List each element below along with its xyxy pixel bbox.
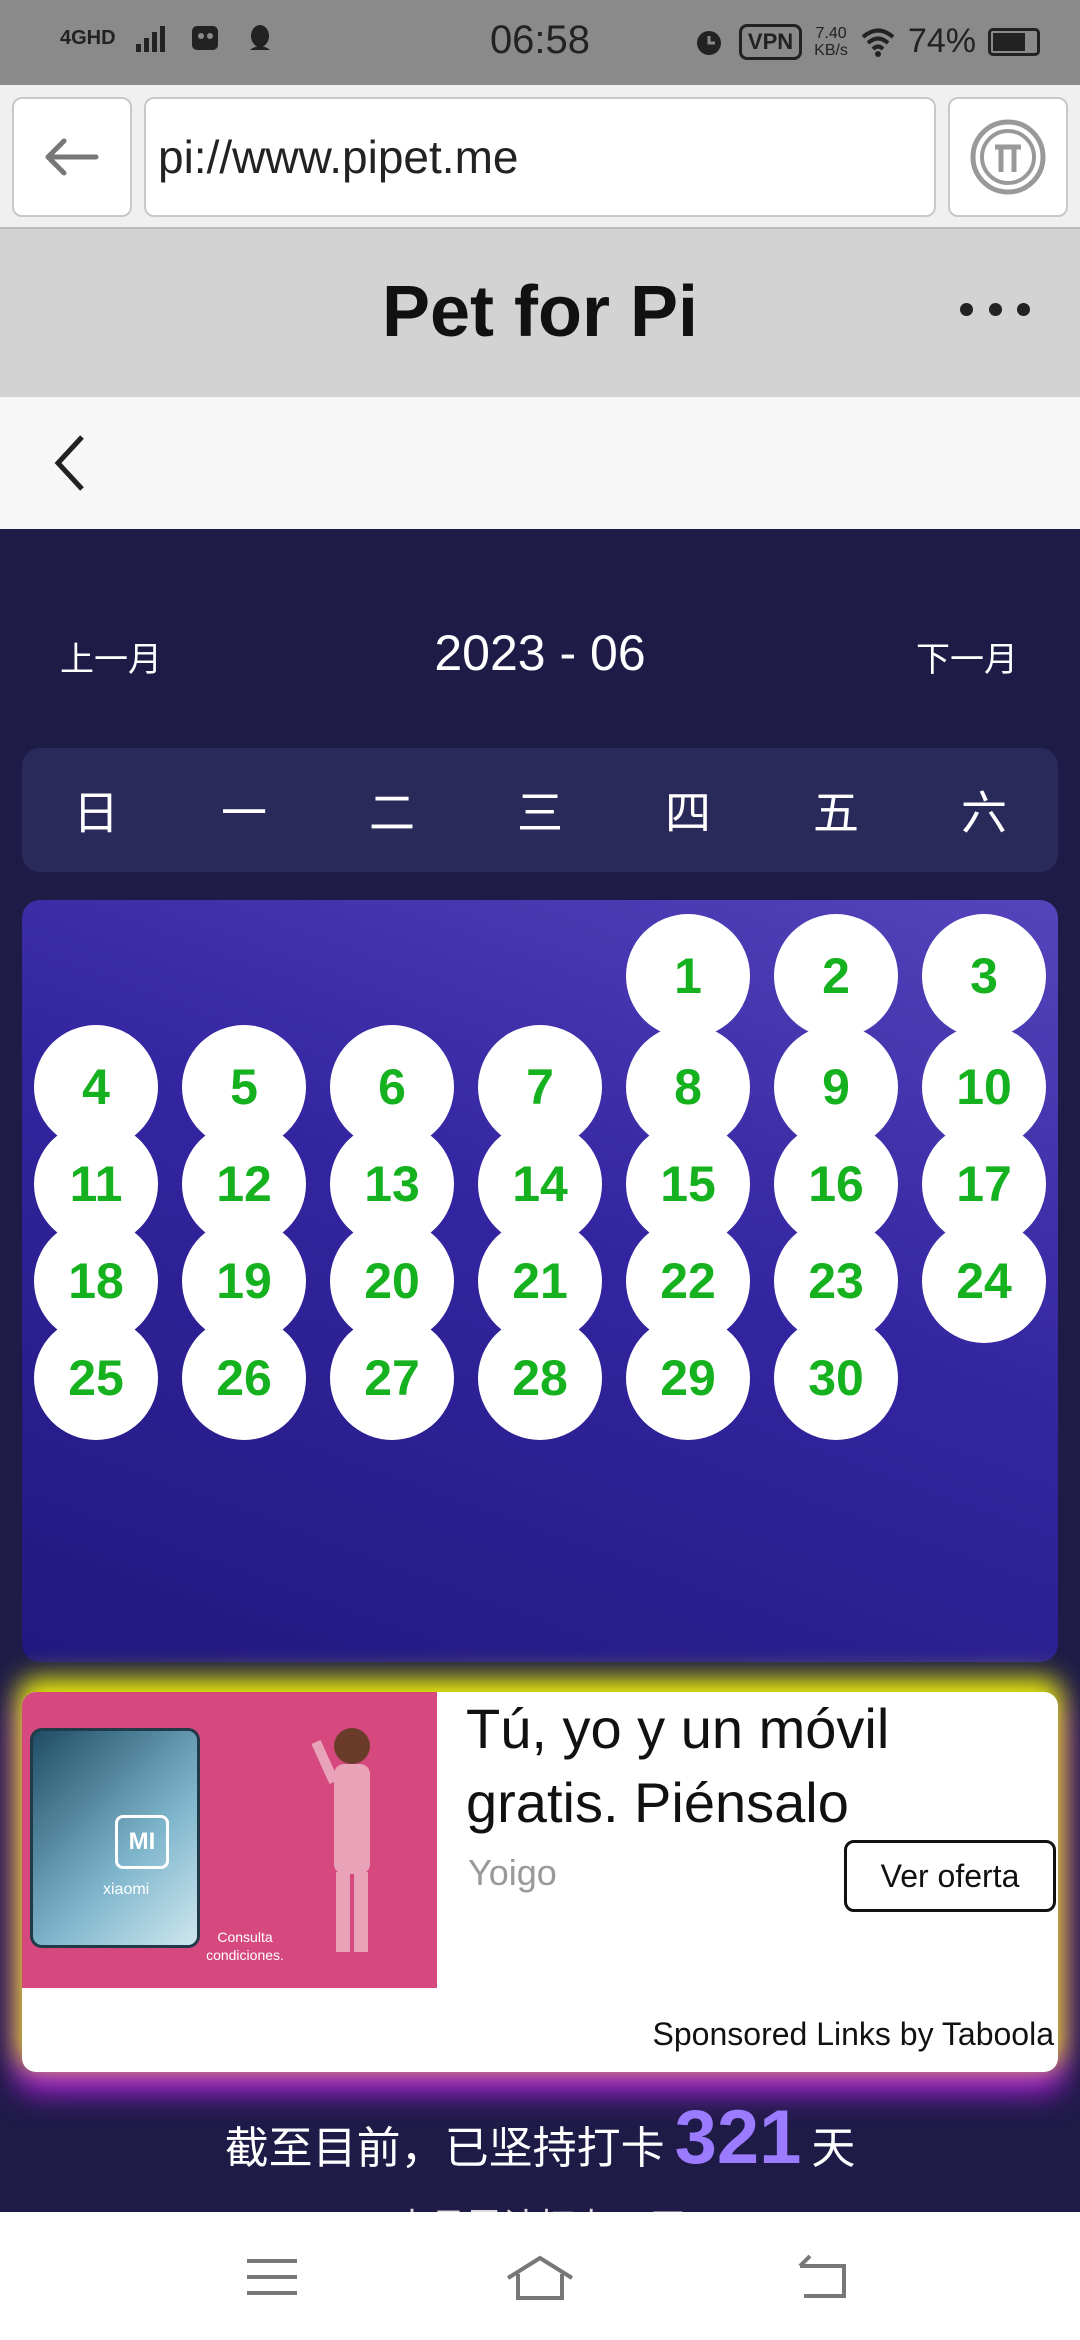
weekday-label: 日: [73, 787, 119, 839]
calendar-day[interactable]: 2: [774, 914, 898, 1038]
status-bar: 4GHD 06:58 VPN 7.40 KB/s 74%: [0, 0, 1080, 85]
checkin-summary: 截至目前，已坚持打卡 321 天: [0, 2094, 1080, 2181]
chevron-left-icon: [54, 435, 84, 491]
weekday-label: 二: [369, 787, 415, 839]
checkin-suffix: 天: [811, 2124, 856, 2173]
calendar-day[interactable]: 29: [626, 1316, 750, 1440]
battery-icon: [988, 27, 1040, 56]
weekday-label: 四: [665, 787, 711, 839]
ad-disclaimer: Consulta condiciones.: [206, 1929, 284, 1963]
calendar-day[interactable]: 25: [34, 1316, 158, 1440]
vpn-badge: VPN: [738, 23, 803, 60]
pi-browser-button[interactable]: [948, 97, 1068, 217]
calendar-day[interactable]: 1: [626, 914, 750, 1038]
home-button[interactable]: [490, 2232, 590, 2322]
month-navigation: 上一月 2023 - 06 下一月: [0, 620, 1080, 690]
browser-back-button[interactable]: [12, 97, 132, 217]
calendar-days-grid: 1 2 3 4 5 6 7 8 9 10 11 12 13 14 15 16 17 18 19 20 21 22 23 24 2…: [22, 900, 1058, 1662]
checkin-count: 321: [674, 2095, 802, 2180]
home-icon: [506, 2255, 574, 2300]
arrow-left-icon: [45, 138, 99, 176]
network-speed: 7.40 KB/s: [814, 24, 848, 59]
sponsored-ad[interactable]: MI xiaomi Consulta condiciones. Tú, yo y…: [22, 1692, 1058, 2072]
mi-logo: MI: [115, 1815, 169, 1869]
menu-icon: [247, 2259, 297, 2295]
weekday-label: 一: [221, 787, 267, 839]
calendar-day[interactable]: 24: [922, 1219, 1046, 1343]
next-month-button[interactable]: 下一月: [916, 632, 1018, 681]
calendar-day[interactable]: 27: [330, 1316, 454, 1440]
weekday-label: 五: [813, 787, 859, 839]
calendar-day[interactable]: 3: [922, 914, 1046, 1038]
page-back-button[interactable]: [30, 423, 110, 503]
weekday-label: 六: [961, 787, 1007, 839]
alarm-icon: [696, 30, 721, 55]
system-back-button[interactable]: [772, 2232, 872, 2322]
page-header: Pet for Pi: [0, 229, 1080, 397]
more-options-button[interactable]: [960, 289, 1030, 329]
browser-toolbar: pi://www.pipet.me: [0, 85, 1080, 229]
ad-image[interactable]: MI xiaomi Consulta condiciones.: [22, 1692, 437, 1988]
ad-sponsor-label[interactable]: Sponsored Links by Taboola: [653, 2016, 1054, 2053]
weekday-header: 日 一 二 三 四 五 六: [22, 748, 1058, 872]
person-illustration: [312, 1728, 370, 1952]
pi-logo-icon: [970, 119, 1046, 195]
ad-headline[interactable]: Tú, yo y un móvil gratis. Piénsalo: [466, 1692, 1046, 1840]
checkin-prefix: 截至目前，已坚持打卡: [224, 2124, 665, 2173]
wifi-icon: [861, 28, 895, 57]
phone-brand: xiaomi: [103, 1881, 150, 1898]
subnav-bar: [0, 397, 1080, 529]
weekday-label: 三: [517, 787, 563, 839]
calendar-day[interactable]: 26: [182, 1316, 306, 1440]
menu-button[interactable]: [222, 2232, 322, 2322]
ad-source: Yoigo: [468, 1852, 557, 1893]
battery-percent: 74%: [907, 22, 976, 60]
ver-oferta-button[interactable]: Ver oferta: [844, 1840, 1056, 1912]
url-field[interactable]: pi://www.pipet.me: [144, 97, 936, 217]
phone-image: MI xiaomi: [30, 1728, 200, 1948]
system-nav-bar: [0, 2212, 1080, 2340]
calendar-day[interactable]: 30: [774, 1316, 898, 1440]
back-icon: [798, 2254, 846, 2298]
calendar-day[interactable]: 28: [478, 1316, 602, 1440]
page-title: Pet for Pi: [381, 272, 699, 352]
